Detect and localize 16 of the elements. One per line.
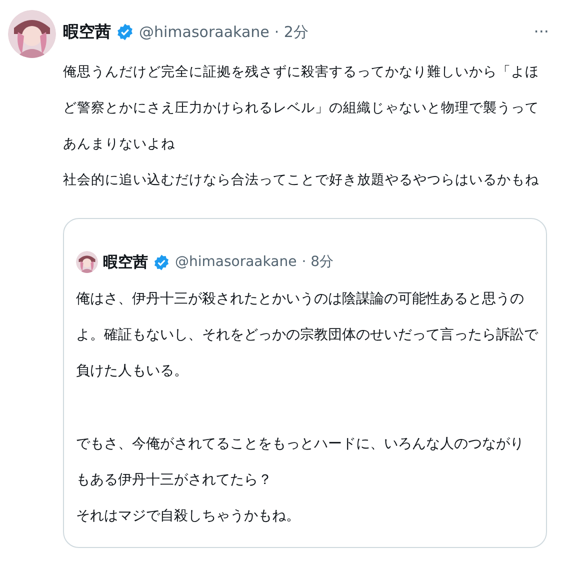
user-handle[interactable]: @himasoraakane bbox=[175, 252, 297, 272]
quoted-tweet-text: 俺はさ、伊丹十三が殺されたとかいうのは陰謀論の可能性あると思うのよ。確証もないし、それをどっかの宗教団体のせいだって言ったら訴訟で負けた人もいる。 bbox=[76, 290, 538, 381]
tweet-text: 社会的に追い込むだけなら合法ってことで好き放題やるやつらはいるかもね bbox=[63, 171, 540, 190]
quoted-tweet-text: それはマジで自殺しちゃうかもね。 bbox=[76, 507, 301, 526]
timestamp[interactable]: · 2分 bbox=[274, 20, 308, 44]
tweet-text: 俺思うんだけど完全に証拠を残さずに殺害するってかなり難しいから「よほど警察とかにさえ圧力かけられるレベル」の組織じゃないと物理で襲うってあんまりないよね bbox=[63, 63, 540, 154]
timestamp[interactable]: · 8分 bbox=[302, 252, 334, 272]
display-name[interactable]: 暇空茜 bbox=[103, 250, 148, 274]
avatar[interactable] bbox=[8, 10, 56, 58]
more-button[interactable]: ··· bbox=[534, 24, 549, 40]
display-name[interactable]: 暇空茜 bbox=[63, 20, 111, 44]
quoted-tweet-card[interactable]: 暇空茜 @himasoraakane · 8分 俺はさ、伊丹十三が殺されたとかいうのは陰謀論の可能性あると思うのよ。確証もないし、それをどっかの宗教団体のせいだって言ったら訴訟で負けた人もいる。 でもさ、今俺がされてることをもっとハードに、いろんな人のつながり もある伊丹十三がされてたら？ それはマジで自殺しちゃうかもね。 bbox=[63, 218, 547, 548]
quoted-tweet-text: もある伊丹十三がされてたら？ bbox=[76, 471, 273, 490]
user-handle[interactable]: @himasoraakane bbox=[139, 20, 270, 44]
avatar[interactable] bbox=[76, 251, 98, 273]
quoted-tweet-text: でもさ、今俺がされてることをもっとハードに、いろんな人のつながり bbox=[76, 435, 525, 454]
